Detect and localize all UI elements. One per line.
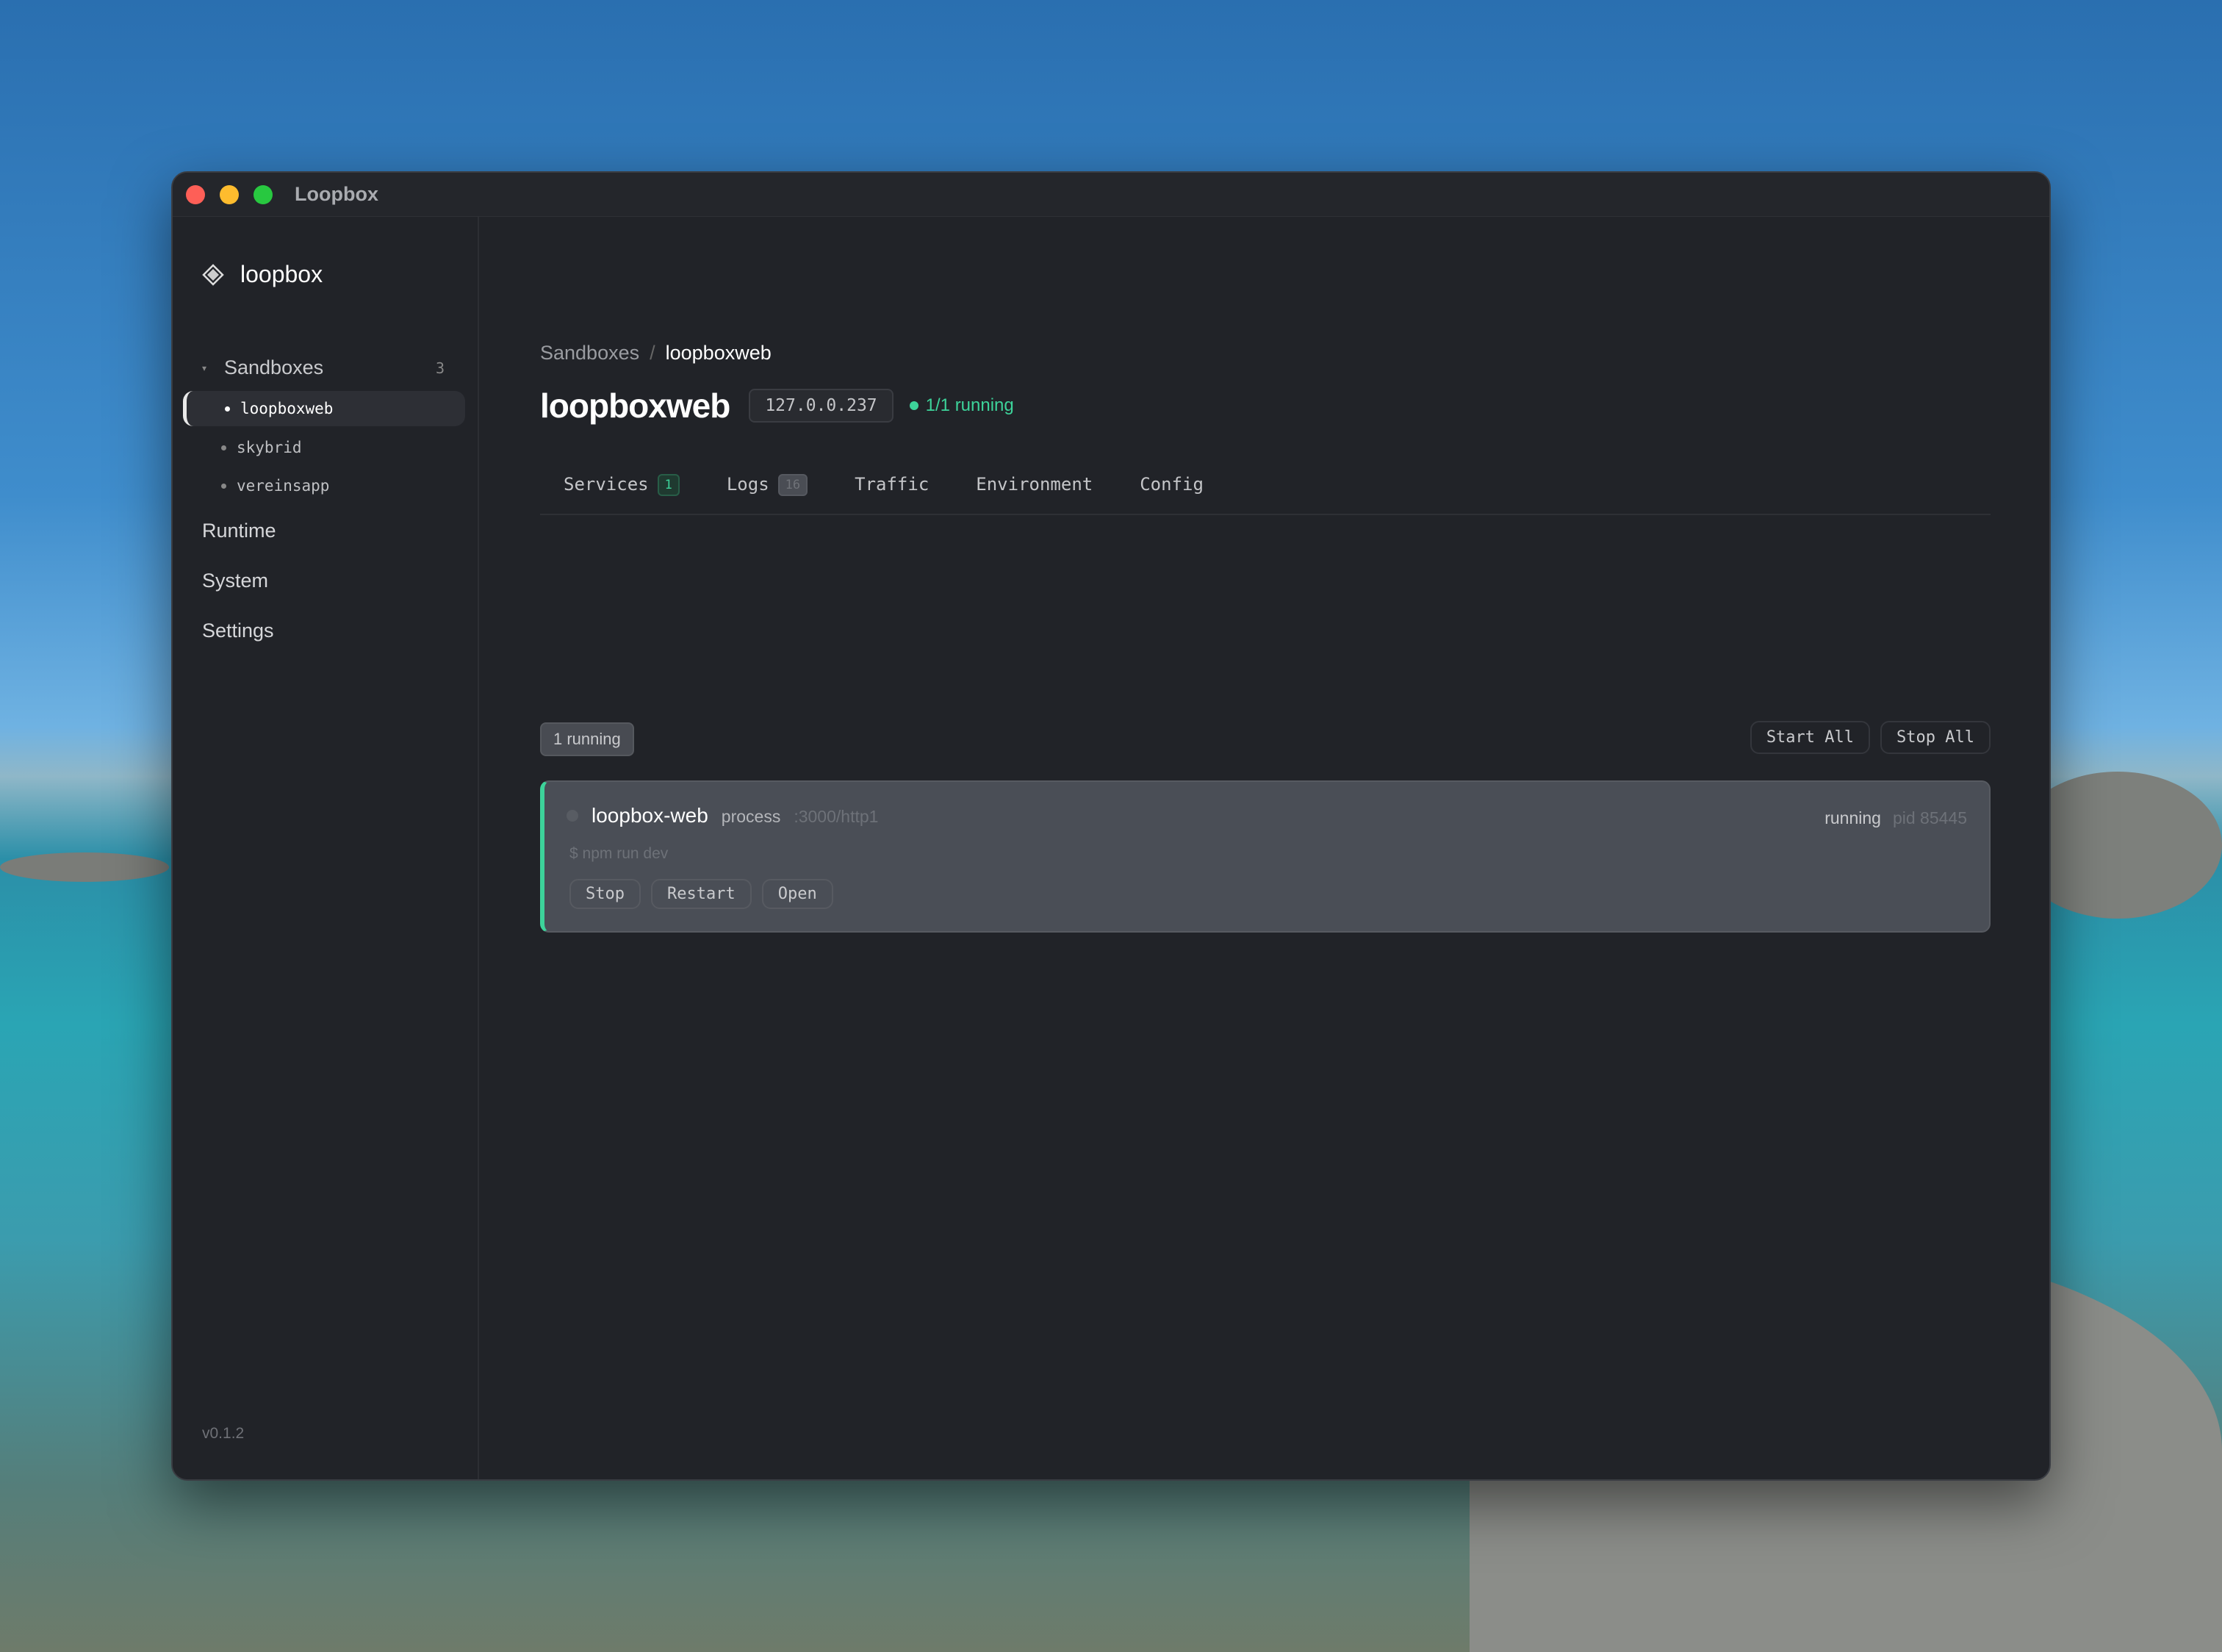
open-button[interactable]: Open — [761, 879, 833, 909]
restart-button[interactable]: Restart — [650, 879, 752, 909]
close-window-button[interactable] — [186, 184, 205, 204]
breadcrumb: Sandboxes / loopboxweb — [540, 342, 772, 364]
zoom-window-button[interactable] — [254, 184, 273, 204]
main-content: Sandboxes / loopboxweb loopboxweb 127.0.0.… — [479, 217, 2049, 1479]
sidebar: loopbox ▾ Sandboxes 3 loopboxweb skybrid… — [173, 217, 479, 1479]
page-header: loopboxweb 127.0.0.237 1/1 running — [540, 386, 1014, 425]
service-meta: running pid 85445 — [1824, 808, 1967, 828]
status-dot-icon — [225, 406, 230, 412]
app-window: Loopbox loopbox ▾ Sandboxes 3 loopboxweb… — [171, 171, 2051, 1481]
sidebar-item-label: vereinsapp — [237, 477, 330, 495]
breadcrumb-parent[interactable]: Sandboxes — [540, 342, 639, 364]
service-state: running — [1824, 808, 1881, 827]
service-actions: Stop Restart Open — [569, 879, 833, 909]
start-all-button[interactable]: Start All — [1750, 721, 1871, 754]
status-dot-icon — [221, 483, 226, 489]
window-title: Loopbox — [295, 183, 378, 205]
tab-label: Traffic — [855, 474, 930, 495]
breadcrumb-current: loopboxweb — [665, 342, 772, 364]
app-logo: loopbox — [202, 261, 323, 288]
tab-label: Environment — [976, 474, 1093, 495]
sidebar-item-runtime[interactable]: Runtime — [202, 520, 276, 542]
sidebar-item-label: loopboxweb — [240, 400, 334, 417]
bulk-actions: Start All Stop All — [1750, 721, 1991, 754]
running-status: 1/1 running — [909, 395, 1014, 416]
running-filter-chip[interactable]: 1 running — [540, 722, 634, 756]
service-type: process — [721, 807, 781, 826]
service-card: loopbox-web process :3000/http1 running … — [540, 780, 1991, 933]
caret-down-icon: ▾ — [202, 362, 207, 373]
service-port: :3000/http1 — [794, 807, 879, 826]
tab-bar: Services 1 Logs 16 Traffic Environment Con… — [540, 474, 1991, 515]
logs-count-badge: 16 — [777, 474, 808, 496]
sidebar-item-system[interactable]: System — [202, 570, 268, 592]
tab-traffic[interactable]: Traffic — [855, 474, 929, 500]
stop-button[interactable]: Stop — [569, 879, 641, 909]
sidebar-sandboxes-header[interactable]: ▾ Sandboxes 3 — [202, 356, 445, 379]
page-title: loopboxweb — [540, 387, 730, 425]
tab-label: Config — [1140, 474, 1204, 495]
minimize-window-button[interactable] — [220, 184, 239, 204]
stop-all-button[interactable]: Stop All — [1880, 721, 1991, 754]
sidebar-item-loopboxweb[interactable]: loopboxweb — [183, 391, 465, 426]
diamond-logo-icon — [202, 263, 224, 286]
title-bar: Loopbox — [173, 173, 2049, 217]
ip-address-badge[interactable]: 127.0.0.237 — [749, 389, 894, 423]
tab-logs[interactable]: Logs 16 — [727, 474, 808, 500]
sandboxes-count: 3 — [435, 359, 445, 377]
service-status-dot-icon — [567, 810, 578, 822]
sandboxes-label: Sandboxes — [224, 356, 324, 378]
tab-label: Services — [564, 474, 649, 495]
service-name: loopbox-web — [592, 804, 708, 827]
running-status-text: 1/1 running — [925, 395, 1014, 415]
tab-config[interactable]: Config — [1140, 474, 1204, 500]
status-dot-icon — [221, 445, 226, 450]
wallpaper-rock — [0, 852, 169, 882]
service-pid: pid 85445 — [1892, 808, 1967, 827]
service-header: loopbox-web process :3000/http1 — [567, 804, 878, 827]
services-count-badge: 1 — [657, 474, 680, 496]
logo-text: loopbox — [240, 261, 323, 287]
app-version: v0.1.2 — [202, 1425, 245, 1442]
breadcrumb-separator: / — [650, 342, 655, 364]
status-dot-icon — [909, 401, 918, 410]
service-command: $ npm run dev — [569, 845, 669, 862]
sidebar-item-settings[interactable]: Settings — [202, 620, 274, 642]
tab-label: Logs — [726, 474, 769, 495]
tab-services[interactable]: Services 1 — [564, 474, 680, 500]
sidebar-item-label: skybrid — [237, 439, 302, 456]
tab-environment[interactable]: Environment — [976, 474, 1093, 500]
